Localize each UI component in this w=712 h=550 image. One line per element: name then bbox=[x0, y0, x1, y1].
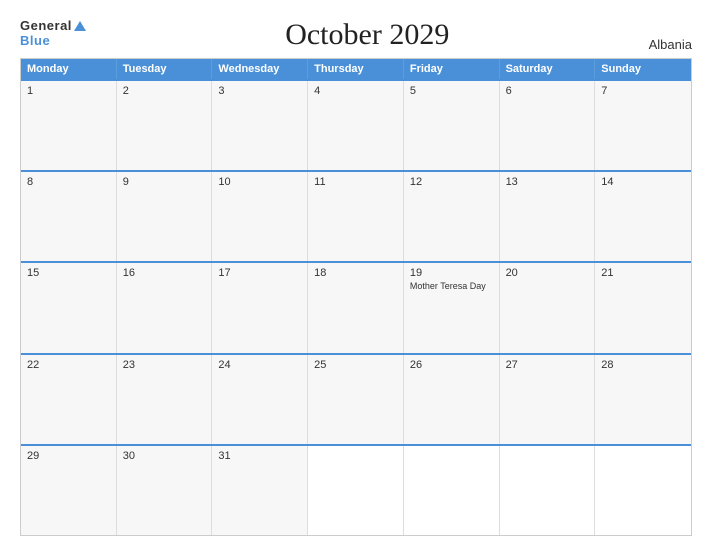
day-empty-3 bbox=[500, 446, 596, 535]
day-15: 15 bbox=[21, 263, 117, 352]
day-23: 23 bbox=[117, 355, 213, 444]
mother-teresa-day-event: Mother Teresa Day bbox=[410, 281, 493, 293]
day-8: 8 bbox=[21, 172, 117, 261]
day-16: 16 bbox=[117, 263, 213, 352]
day-18: 18 bbox=[308, 263, 404, 352]
week-row-3: 15 16 17 18 19 Mother Teresa Day 20 21 bbox=[21, 261, 691, 352]
calendar-grid: Monday Tuesday Wednesday Thursday Friday… bbox=[20, 58, 692, 536]
col-monday: Monday bbox=[21, 59, 117, 79]
col-thursday: Thursday bbox=[308, 59, 404, 79]
title-area: October 2029 bbox=[86, 18, 649, 52]
country-label: Albania bbox=[649, 37, 692, 52]
col-saturday: Saturday bbox=[500, 59, 596, 79]
day-20: 20 bbox=[500, 263, 596, 352]
day-26: 26 bbox=[404, 355, 500, 444]
day-11: 11 bbox=[308, 172, 404, 261]
day-22: 22 bbox=[21, 355, 117, 444]
day-29: 29 bbox=[21, 446, 117, 535]
day-6: 6 bbox=[500, 81, 596, 170]
week-row-1: 1 2 3 4 5 6 7 bbox=[21, 79, 691, 170]
day-4: 4 bbox=[308, 81, 404, 170]
logo-triangle-icon bbox=[74, 21, 86, 31]
day-24: 24 bbox=[212, 355, 308, 444]
day-14: 14 bbox=[595, 172, 691, 261]
calendar-page: General Blue October 2029 Albania Monday… bbox=[0, 0, 712, 550]
day-5: 5 bbox=[404, 81, 500, 170]
day-12: 12 bbox=[404, 172, 500, 261]
day-19: 19 Mother Teresa Day bbox=[404, 263, 500, 352]
day-7: 7 bbox=[595, 81, 691, 170]
logo: General Blue bbox=[20, 18, 86, 48]
week-row-5: 29 30 31 bbox=[21, 444, 691, 535]
day-empty-2 bbox=[404, 446, 500, 535]
day-27: 27 bbox=[500, 355, 596, 444]
day-25: 25 bbox=[308, 355, 404, 444]
day-10: 10 bbox=[212, 172, 308, 261]
week-row-4: 22 23 24 25 26 27 28 bbox=[21, 353, 691, 444]
day-empty-4 bbox=[595, 446, 691, 535]
day-13: 13 bbox=[500, 172, 596, 261]
day-empty-1 bbox=[308, 446, 404, 535]
week-row-2: 8 9 10 11 12 13 14 bbox=[21, 170, 691, 261]
weeks-container: 1 2 3 4 5 6 7 8 9 10 11 12 13 14 15 16 bbox=[21, 79, 691, 535]
day-3: 3 bbox=[212, 81, 308, 170]
logo-blue-text: Blue bbox=[20, 33, 50, 48]
header: General Blue October 2029 Albania bbox=[20, 18, 692, 52]
day-28: 28 bbox=[595, 355, 691, 444]
day-17: 17 bbox=[212, 263, 308, 352]
day-31: 31 bbox=[212, 446, 308, 535]
day-2: 2 bbox=[117, 81, 213, 170]
logo-general-text: General bbox=[20, 18, 72, 33]
day-1: 1 bbox=[21, 81, 117, 170]
calendar-title: October 2029 bbox=[86, 18, 649, 52]
col-wednesday: Wednesday bbox=[212, 59, 308, 79]
col-sunday: Sunday bbox=[595, 59, 691, 79]
col-friday: Friday bbox=[404, 59, 500, 79]
day-9: 9 bbox=[117, 172, 213, 261]
day-21: 21 bbox=[595, 263, 691, 352]
col-tuesday: Tuesday bbox=[117, 59, 213, 79]
column-headers: Monday Tuesday Wednesday Thursday Friday… bbox=[21, 59, 691, 79]
day-30: 30 bbox=[117, 446, 213, 535]
